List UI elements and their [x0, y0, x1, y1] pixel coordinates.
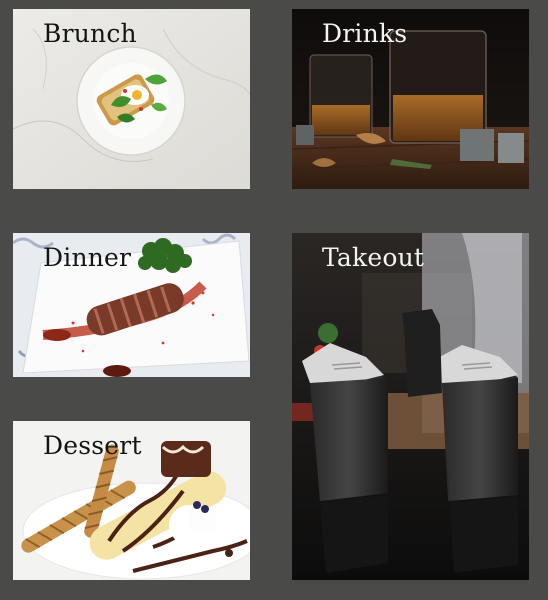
category-tile-dessert[interactable]: Dessert: [13, 421, 250, 580]
category-tile-drinks[interactable]: Drinks: [292, 9, 529, 189]
category-tile-takeout[interactable]: Takeout: [292, 233, 529, 580]
category-label-brunch: Brunch: [43, 19, 137, 48]
category-tile-brunch[interactable]: Brunch: [13, 9, 250, 189]
category-label-takeout: Takeout: [322, 243, 425, 272]
takeout-image: [292, 233, 529, 580]
category-label-dinner: Dinner: [43, 243, 132, 272]
category-tile-dinner[interactable]: Dinner: [13, 233, 250, 377]
category-label-dessert: Dessert: [43, 431, 142, 460]
category-label-drinks: Drinks: [322, 19, 408, 48]
